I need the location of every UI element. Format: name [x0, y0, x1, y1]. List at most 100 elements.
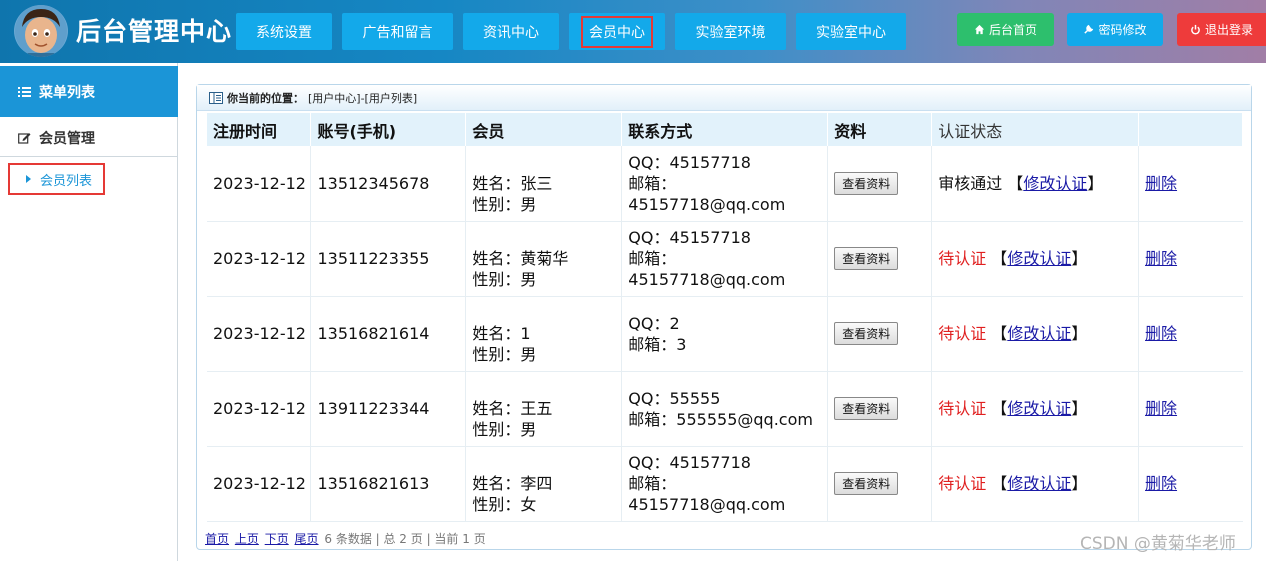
nav-lab-environment[interactable]: 实验室环境 [675, 13, 786, 50]
home-button[interactable]: 后台首页 [957, 13, 1054, 46]
logout-label: 退出登录 [1204, 23, 1253, 37]
col-actions [1138, 113, 1243, 146]
bracket-close: 】 [1087, 173, 1104, 193]
cell-date: 2023-12-12 [207, 446, 312, 522]
bracket-open: 【 [991, 399, 1008, 418]
member-table: 注册时间 账号(手机) 会员 联系方式 资料 认证状态 2023-12-12 1… [207, 113, 1243, 522]
cell-status: 待认证 【修改认证】 [931, 221, 1140, 297]
cell-actions: 删除 [1138, 146, 1243, 222]
nav-member-center[interactable]: 会员中心 [569, 13, 665, 50]
cell-date: 2023-12-12 [207, 296, 312, 372]
cell-contact: QQ：45157718 邮箱： 45157718@qq.com [621, 446, 829, 522]
nav-lab-center[interactable]: 实验室中心 [796, 13, 906, 50]
member-gender: 性别：女 [472, 495, 537, 514]
logout-button[interactable]: 退出登录 [1177, 13, 1266, 46]
view-profile-button[interactable]: 查看资料 [834, 322, 899, 345]
contact-email-label: 邮箱： [628, 474, 677, 493]
wrench-icon [1084, 24, 1094, 34]
member-name: 姓名：张三 [472, 173, 553, 193]
sidebar: 菜单列表 会员管理 会员列表 [0, 63, 178, 561]
table-row: 2023-12-12 13911223344 姓名：王五 性别：男 QQ：5555… [207, 371, 1243, 447]
bracket-close: 】 [1071, 399, 1088, 418]
nav-news-center[interactable]: 资讯中心 [463, 13, 559, 50]
member-gender: 性别：男 [472, 194, 537, 214]
delete-link[interactable]: 删除 [1145, 249, 1177, 268]
modify-auth-link[interactable]: 修改认证 [1007, 399, 1071, 418]
table-row: 2023-12-12 13516821614 姓名：1 性别：男 QQ：2 邮箱：3… [207, 296, 1243, 372]
cell-contact: QQ：55555 邮箱：555555@qq.com [621, 371, 829, 447]
cell-phone: 13511223355 [310, 221, 467, 297]
pager-info: 6 条数据 | 总 2 页 | 当前 1 页 [324, 532, 486, 546]
member-name: 姓名：李四 [472, 474, 553, 493]
bracket-open: 【 [1007, 173, 1024, 193]
pager-last-link[interactable]: 尾页 [295, 532, 319, 546]
nav-system-settings[interactable]: 系统设置 [236, 13, 332, 50]
nav-label: 实验室环境 [695, 24, 766, 41]
view-profile-button[interactable]: 查看资料 [834, 171, 899, 195]
contact-email: 45157718@qq.com [628, 495, 786, 514]
status-text: 待认证 [938, 399, 987, 418]
content-panel: 你当前的位置： [用户中心]-[用户列表] 注册时间 账号(手机) 会员 联系方… [196, 84, 1252, 550]
contact-qq: QQ：45157718 [628, 453, 751, 472]
contact-qq: QQ：45157718 [628, 228, 751, 247]
cell-date: 2023-12-12 [207, 146, 312, 222]
cell-date: 2023-12-12 [207, 221, 312, 297]
pagination: 首页 上页 下页 尾页 6 条数据 | 总 2 页 | 当前 1 页 [205, 530, 486, 547]
table-header-row: 注册时间 账号(手机) 会员 联系方式 资料 认证状态 [207, 113, 1243, 146]
site-title: 后台管理中心 [76, 17, 233, 46]
bracket-close: 】 [1071, 249, 1088, 268]
cell-phone: 13512345678 [310, 146, 467, 222]
home-label: 后台首页 [988, 23, 1037, 37]
delete-link[interactable]: 删除 [1145, 399, 1177, 418]
cell-actions: 删除 [1138, 446, 1243, 522]
pager-first-link[interactable]: 首页 [205, 532, 229, 546]
sidebar-group-member-management[interactable]: 会员管理 [0, 119, 178, 157]
table-row: 2023-12-12 13511223355 姓名：黄菊华 性别：男 QQ：451… [207, 221, 1243, 297]
member-gender: 性别：男 [472, 345, 537, 364]
col-member: 会员 [465, 113, 623, 146]
status-text: 待认证 [938, 474, 987, 493]
cell-status: 待认证 【修改认证】 [931, 371, 1140, 447]
cell-actions: 删除 [1138, 371, 1243, 447]
contact-email: 45157718@qq.com [628, 194, 786, 214]
list-icon [18, 86, 31, 97]
delete-link[interactable]: 删除 [1145, 324, 1177, 343]
modify-auth-link[interactable]: 修改认证 [1023, 174, 1087, 193]
status-text: 待认证 [938, 324, 987, 343]
member-name: 姓名：1 [472, 324, 531, 343]
bracket-open: 【 [991, 324, 1008, 343]
cell-phone: 13516821614 [310, 296, 467, 372]
nav-label: 实验室中心 [816, 24, 886, 41]
contact-email: 邮箱：555555@qq.com [628, 409, 813, 429]
view-profile-button[interactable]: 查看资料 [834, 397, 899, 420]
cell-status: 审核通过 【修改认证】 [931, 146, 1140, 222]
delete-link[interactable]: 删除 [1145, 474, 1177, 493]
modify-auth-link[interactable]: 修改认证 [1007, 474, 1071, 493]
contact-email-label: 邮箱： [628, 249, 677, 268]
nav-ads-messages[interactable]: 广告和留言 [342, 13, 453, 50]
panel-icon [209, 91, 223, 104]
password-button[interactable]: 密码修改 [1067, 13, 1163, 46]
sidebar-item-member-list[interactable]: 会员列表 [8, 163, 105, 195]
delete-link[interactable]: 删除 [1145, 174, 1177, 193]
member-gender: 性别：男 [472, 270, 537, 289]
view-profile-button[interactable]: 查看资料 [834, 247, 899, 270]
cell-status: 待认证 【修改认证】 [931, 296, 1140, 372]
cell-profile: 查看资料 [827, 371, 933, 447]
modify-auth-link[interactable]: 修改认证 [1007, 324, 1071, 343]
pager-prev-link[interactable]: 上页 [235, 532, 259, 546]
contact-email: 45157718@qq.com [628, 270, 786, 289]
cell-actions: 删除 [1138, 221, 1243, 297]
location-path: [用户中心]-[用户列表] [308, 91, 418, 105]
modify-auth-link[interactable]: 修改认证 [1007, 249, 1071, 268]
nav-label: 资讯中心 [483, 24, 539, 41]
bracket-close: 】 [1071, 324, 1088, 343]
cell-profile: 查看资料 [827, 221, 933, 297]
pager-next-link[interactable]: 下页 [265, 532, 289, 546]
nav-label: 会员中心 [581, 15, 653, 48]
caret-right-icon [26, 175, 31, 183]
view-profile-button[interactable]: 查看资料 [834, 472, 899, 495]
contact-email: 邮箱：3 [628, 334, 687, 354]
contact-email-label: 邮箱： [628, 173, 677, 193]
table-row: 2023-12-12 13512345678 姓名：张三 性别：男 QQ：4515… [207, 146, 1243, 222]
